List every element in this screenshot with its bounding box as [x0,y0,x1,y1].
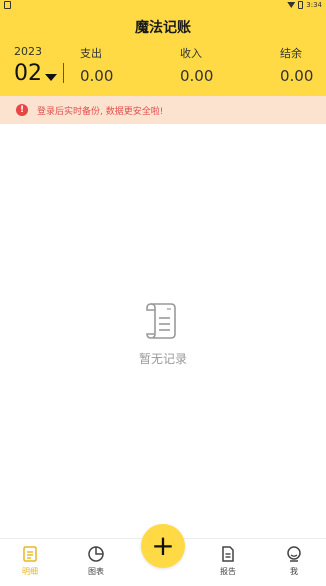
balance-value: 0.00 [280,67,314,85]
tab-chart-label: 图表 [88,567,104,576]
notification-icon [4,1,11,9]
income-label: 收入 [180,47,202,60]
empty-scroll-icon [146,303,176,339]
tab-profile-label: 我 [290,567,298,576]
month-value: 02 [14,61,42,86]
year-label: 2023 [14,45,42,58]
expense-value: 0.00 [80,67,114,85]
empty-state: 暂无记录 [0,298,326,367]
status-time: 3:34 [306,1,322,9]
tab-chart[interactable]: 图表 [76,545,116,577]
income-value: 0.00 [180,67,214,85]
battery-icon [298,1,304,9]
banner-text: 登录后实时备份, 数据更安全啦! [37,106,164,117]
add-record-button[interactable]: + [141,524,185,568]
status-bar: 3:34 [0,0,326,12]
month-selector[interactable]: 02 [14,61,57,87]
divider [63,63,64,83]
status-icons: 3:34 [287,0,322,10]
tab-report-label: 报告 [220,567,236,576]
tab-detail[interactable]: 明细 [10,545,50,577]
chart-icon [88,546,104,562]
balance-label: 结余 [280,47,302,60]
expense-label: 支出 [80,47,102,60]
empty-state-text: 暂无记录 [138,352,187,366]
caret-down-icon [45,73,57,81]
tab-profile[interactable]: 我 [274,545,314,577]
detail-icon [23,546,37,562]
profile-icon [287,546,301,562]
tab-report[interactable]: 报告 [208,545,248,577]
wifi-icon [287,2,296,8]
report-icon [222,546,234,562]
app-title: 魔法记账 [135,20,191,36]
header: 3:34 魔法记账 2023 02 支出 0.00 收入 0.00 结余 0.0… [0,0,326,96]
tab-detail-label: 明细 [22,567,38,576]
login-backup-banner[interactable]: ! 登录后实时备份, 数据更安全啦! [0,96,326,124]
warning-icon: ! [16,104,28,116]
